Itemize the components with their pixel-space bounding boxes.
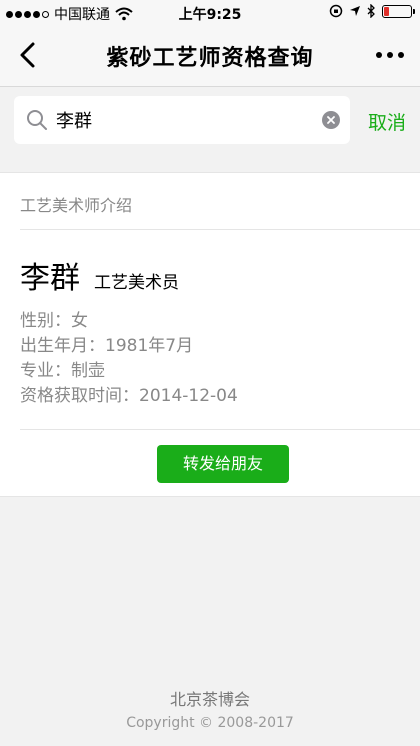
orientation-lock-icon [329,4,343,18]
page-title: 紫砂工艺师资格查询 [106,46,314,71]
status-bar: 中国联通 上午9:25 [0,0,420,26]
divider [20,429,420,430]
clear-icon[interactable] [322,111,340,129]
info-list: 性别：女 出生年月：1981年7月 专业：制壶 资格获取时间：2014-12-0… [20,309,238,409]
search-input[interactable] [56,104,316,136]
footer-org: 北京茶博会 [169,690,250,709]
name-row: 李群 工艺美术员 [20,253,179,297]
battery-icon [382,4,415,18]
person-name: 李群 [20,261,80,296]
search-icon [27,110,47,130]
bluetooth-icon [367,4,375,18]
divider [20,229,420,230]
info-major: 专业：制壶 [20,361,105,381]
more-icon[interactable] [376,52,404,58]
info-qualification-date: 资格获取时间：2014-12-04 [20,386,238,406]
share-button[interactable]: 转发给朋友 [157,445,289,483]
footer-copyright: Copyright © 2008-2017 [126,715,294,731]
nav-bar: 紫砂工艺师资格查询 [0,26,420,87]
result-card: 工艺美术师介绍 李群 工艺美术员 性别：女 出生年月：1981年7月 专业：制壶… [0,172,420,497]
info-gender: 性别：女 [20,311,88,331]
search-box[interactable] [14,96,350,144]
search-area: 取消 [0,87,420,157]
person-rank: 工艺美术员 [94,273,179,293]
section-title: 工艺美术师介绍 [20,196,133,215]
status-right [329,4,415,18]
cancel-button[interactable]: 取消 [368,108,406,135]
location-icon [350,6,360,16]
info-birth: 出生年月：1981年7月 [20,336,194,356]
